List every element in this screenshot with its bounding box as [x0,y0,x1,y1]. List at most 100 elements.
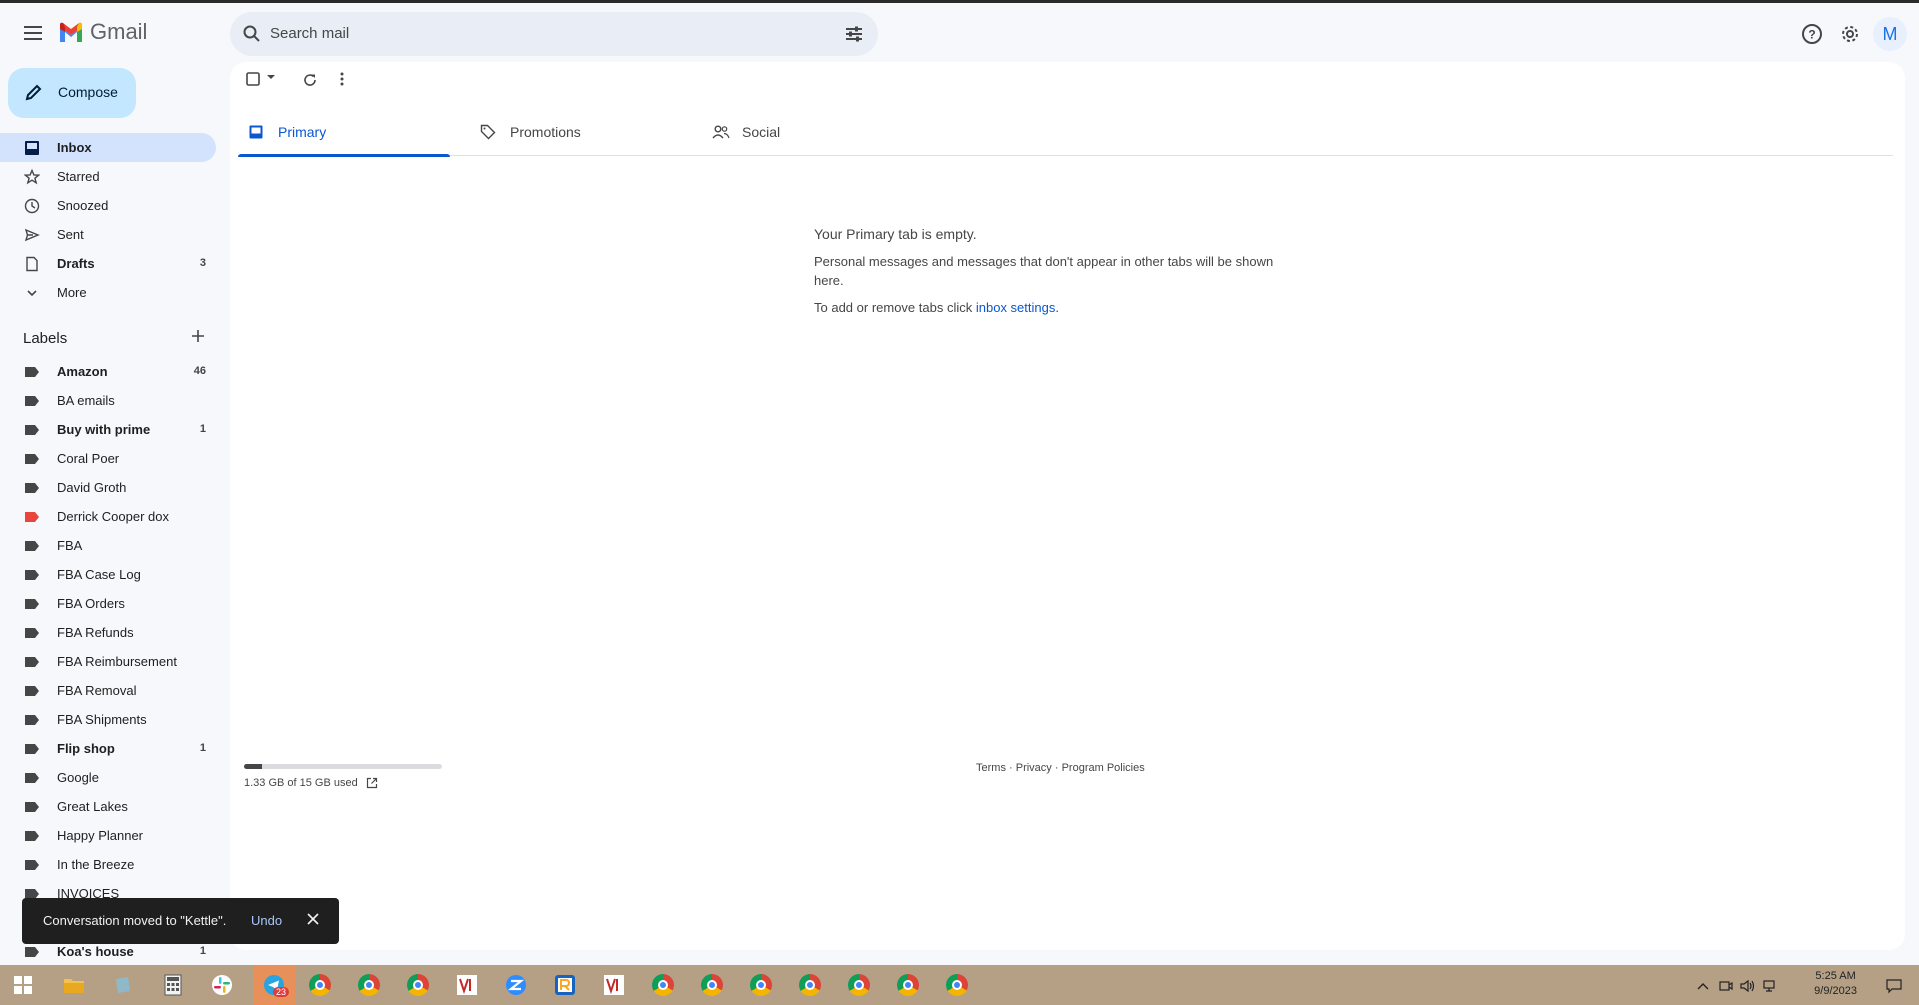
taskbar-chrome-2[interactable] [356,972,382,998]
label-item[interactable]: David Groth [0,473,216,502]
label-name: Buy with prime [57,422,151,437]
tab-primary[interactable]: Primary [238,108,450,157]
taskbar-chrome-7[interactable] [797,972,823,998]
taskbar-app-vl-2[interactable] [601,972,627,998]
label-item[interactable]: Amazon 46 [0,357,216,386]
inbox-settings-link[interactable]: inbox settings [976,300,1056,315]
folder-icon [64,979,84,993]
select-checkbox[interactable] [246,72,260,86]
label-item[interactable]: BA emails [0,386,216,415]
label-item[interactable]: Coral Poer [0,444,216,473]
search-bar[interactable]: Search mail [230,12,878,56]
empty-title: Your Primary tab is empty. [814,226,977,242]
label-item[interactable]: FBA Shipments [0,705,216,734]
search-options-icon[interactable] [844,24,864,44]
tab-social[interactable]: Social [702,108,914,156]
support-button[interactable]: ? [1793,15,1831,53]
tab-label: Primary [278,124,327,140]
taskbar-chrome-1[interactable] [307,972,333,998]
taskbar-app-vl-1[interactable] [454,972,480,998]
more-actions-button[interactable] [340,72,344,86]
privacy-link[interactable]: Privacy [1016,762,1052,774]
label-item[interactable]: Derrick Cooper dox [0,502,216,531]
label-tag-icon [25,744,39,754]
search-icon[interactable] [242,24,262,44]
taskbar-app-r[interactable] [552,972,578,998]
storage-info: 1.33 GB of 15 GB used [244,777,442,789]
taskbar-chrome-3[interactable] [405,972,431,998]
refresh-button[interactable] [302,72,318,88]
notifications-button[interactable] [1881,973,1907,999]
compose-button[interactable]: Compose [8,68,136,118]
labels-list: Amazon 46 BA emails Buy with prime 1 Coral Po… [0,357,216,966]
nav-item-snoozed[interactable]: Snoozed [0,191,216,220]
taskbar-notes-app[interactable] [110,972,136,998]
empty-settings-hint: To add or remove tabs click inbox settin… [814,300,1294,315]
footer-sep: · [1005,762,1016,774]
chrome-icon [848,974,870,996]
compose-label: Compose [58,84,118,100]
label-item[interactable]: FBA Orders [0,589,216,618]
settings-prefix: To add or remove tabs click [814,300,976,315]
nav-item-inbox[interactable]: Inbox [0,133,216,162]
start-button[interactable] [10,972,36,998]
inbox-icon [24,140,40,156]
label-item[interactable]: FBA Removal [0,676,216,705]
undo-button[interactable]: Undo [251,913,282,928]
label-item[interactable]: In the Breeze [0,850,216,879]
label-item[interactable]: FBA Refunds [0,618,216,647]
tag-icon [480,124,496,140]
network-button[interactable] [1757,973,1783,999]
nav-item-sent[interactable]: Sent [0,220,216,249]
account-avatar[interactable]: M [1873,17,1907,51]
search-input[interactable]: Search mail [270,25,349,42]
taskbar-telegram[interactable]: 23 [253,965,295,1005]
taskbar-chrome-10[interactable] [944,972,970,998]
chrome-icon [946,974,968,996]
taskbar-chrome-6[interactable] [748,972,774,998]
chrome-icon [750,974,772,996]
empty-state: Your Primary tab is empty. Personal mess… [814,226,1294,315]
taskbar-chrome-9[interactable] [895,972,921,998]
label-tag-icon [25,599,39,609]
tab-promotions[interactable]: Promotions [470,108,682,156]
nav-item-starred[interactable]: Starred [0,162,216,191]
taskbar-chrome-5[interactable] [699,972,725,998]
label-item[interactable]: Great Lakes [0,792,216,821]
label-name: Happy Planner [57,828,143,843]
label-count: 1 [199,423,206,435]
label-name: FBA Removal [57,683,137,698]
clock-icon [24,198,40,214]
taskbar-calculator[interactable] [160,972,186,998]
nav-item-drafts[interactable]: Drafts 3 [0,249,216,278]
program-policies-link[interactable]: Program Policies [1062,762,1145,774]
gmail-logo[interactable]: Gmail [58,19,147,45]
nav-label: Drafts [57,256,95,271]
taskbar-chrome-4[interactable] [650,972,676,998]
label-item[interactable]: Buy with prime 1 [0,415,216,444]
label-item[interactable]: Google [0,763,216,792]
select-menu-button[interactable] [266,72,276,82]
labels-heading: Labels [23,330,68,347]
snackbar-close-button[interactable] [306,912,320,929]
taskbar-file-explorer[interactable] [61,972,87,998]
close-icon [307,913,319,925]
create-label-button[interactable] [190,328,206,349]
label-item[interactable]: Happy Planner [0,821,216,850]
taskbar-slack[interactable] [209,972,235,998]
storage-bar [244,764,442,769]
label-item[interactable]: FBA Case Log [0,560,216,589]
nav-item-more[interactable]: More [0,278,216,307]
open-in-new-icon[interactable] [366,777,378,789]
label-tag-icon [25,831,39,841]
label-item[interactable]: FBA [0,531,216,560]
system-clock[interactable]: 5:25 AM 9/9/2023 [1814,969,1857,999]
terms-link[interactable]: Terms [976,762,1006,774]
taskbar-chrome-8[interactable] [846,972,872,998]
settings-button[interactable] [1831,15,1869,53]
taskbar-zoom[interactable] [503,972,529,998]
label-item[interactable]: Flip shop 1 [0,734,216,763]
label-item[interactable]: FBA Reimbursement [0,647,216,676]
main-menu-button[interactable] [18,18,48,48]
chrome-icon [701,974,723,996]
